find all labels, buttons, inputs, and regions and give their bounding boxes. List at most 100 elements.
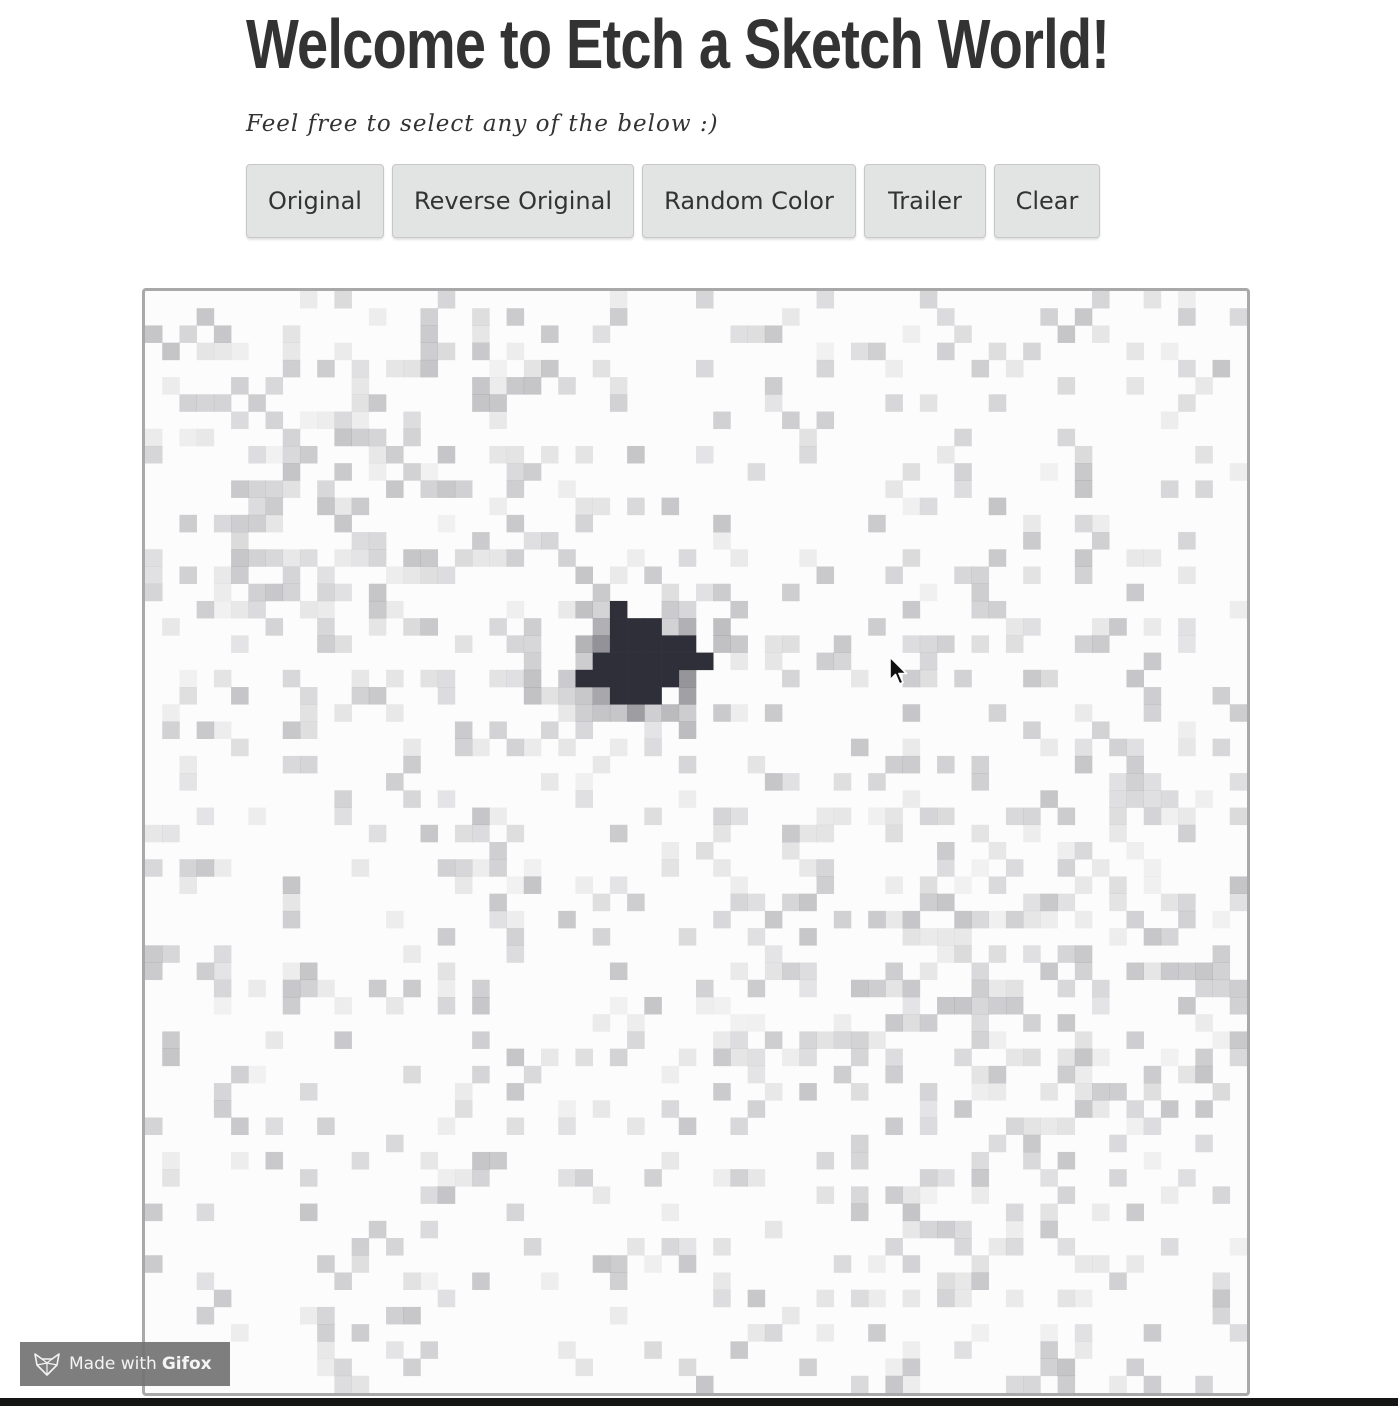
grid-cell[interactable] [747,1014,766,1032]
grid-cell[interactable] [162,377,180,395]
grid-cell[interactable] [1178,962,1196,981]
grid-cell[interactable] [954,1341,972,1359]
grid-cell[interactable] [558,1117,576,1136]
grid-cell[interactable] [1057,842,1076,860]
grid-cell[interactable] [850,669,869,688]
grid-cell[interactable] [1229,1048,1247,1067]
grid-cell[interactable] [558,669,576,688]
grid-cell[interactable] [472,738,490,757]
grid-cell[interactable] [162,1048,180,1067]
grid-cell[interactable] [1074,1083,1093,1101]
grid-cell[interactable] [592,704,611,722]
grid-cell[interactable] [902,1358,921,1377]
grid-cell[interactable] [1212,979,1231,998]
grid-cell[interactable] [1005,618,1024,636]
grid-cell[interactable] [609,635,628,653]
grid-cell[interactable] [747,1048,766,1067]
sketch-grid[interactable] [145,291,1247,1393]
grid-cell[interactable] [489,910,507,929]
grid-cell[interactable] [885,1065,903,1084]
grid-cell[interactable] [558,600,576,619]
grid-cell[interactable] [299,445,318,464]
grid-cell[interactable] [1212,1306,1231,1325]
grid-cell[interactable] [1074,445,1093,464]
grid-cell[interactable] [919,1220,938,1239]
trailer-button[interactable]: Trailer [864,164,986,238]
grid-cell[interactable] [145,962,163,981]
grid-cell[interactable] [454,721,473,739]
grid-cell[interactable] [1229,463,1247,481]
grid-cell[interactable] [575,497,593,516]
grid-cell[interactable] [954,1238,972,1256]
grid-cell[interactable] [368,1220,387,1239]
grid-cell[interactable] [868,1031,886,1049]
grid-cell[interactable] [1023,1151,1041,1170]
grid-cell[interactable] [420,1272,439,1290]
grid-cell[interactable] [1074,755,1093,774]
grid-cell[interactable] [299,291,318,309]
grid-cell[interactable] [523,669,542,688]
grid-cell[interactable] [592,635,611,653]
grid-cell[interactable] [678,618,697,636]
grid-cell[interactable] [575,704,593,722]
grid-cell[interactable] [437,1186,456,1204]
grid-cell[interactable] [1143,1065,1162,1084]
grid-cell[interactable] [988,1238,1007,1256]
grid-cell[interactable] [575,600,593,619]
grid-cell[interactable] [678,600,697,619]
grid-cell[interactable] [988,1134,1007,1153]
grid-cell[interactable] [454,1083,473,1101]
grid-cell[interactable] [609,962,628,981]
grid-cell[interactable] [1212,945,1231,963]
grid-cell[interactable] [1040,1220,1058,1239]
grid-cell[interactable] [609,377,628,395]
grid-cell[interactable] [351,532,370,550]
grid-cell[interactable] [1143,1375,1162,1393]
grid-cell[interactable] [1057,1238,1076,1256]
grid-cell[interactable] [678,652,697,671]
grid-cell[interactable] [868,773,886,791]
grid-cell[interactable] [885,1186,903,1204]
grid-cell[interactable] [1057,1375,1076,1393]
grid-cell[interactable] [317,583,335,602]
grid-cell[interactable] [1074,514,1093,533]
grid-cell[interactable] [265,549,284,567]
grid-cell[interactable] [782,583,800,602]
grid-cell[interactable] [1212,738,1231,757]
grid-cell[interactable] [609,704,628,722]
grid-cell[interactable] [833,773,852,791]
grid-cell[interactable] [213,962,232,981]
grid-cell[interactable] [592,652,611,671]
grid-cell[interactable] [334,549,352,567]
grid-cell[interactable] [937,755,955,774]
grid-cell[interactable] [299,721,318,739]
grid-cell[interactable] [541,721,559,739]
grid-cell[interactable] [334,1272,352,1290]
grid-cell[interactable] [833,1065,852,1084]
grid-cell[interactable] [1040,962,1058,981]
grid-cell[interactable] [902,1289,921,1308]
grid-cell[interactable] [609,566,628,585]
grid-cell[interactable] [868,910,886,929]
grid-cell[interactable] [454,1169,473,1187]
grid-cell[interactable] [988,342,1007,361]
grid-cell[interactable] [575,1358,593,1377]
grid-cell[interactable] [386,669,404,688]
grid-cell[interactable] [971,755,990,774]
grid-cell[interactable] [885,359,903,378]
grid-cell[interactable] [334,704,352,722]
grid-cell[interactable] [696,359,714,378]
grid-cell[interactable] [730,1048,748,1067]
grid-cell[interactable] [196,308,215,326]
grid-cell[interactable] [678,1238,697,1256]
grid-cell[interactable] [678,687,697,705]
grid-cell[interactable] [1040,1341,1058,1359]
grid-cell[interactable] [506,824,525,843]
grid-cell[interactable] [764,773,783,791]
grid-cell[interactable] [850,1048,869,1067]
grid-cell[interactable] [282,566,301,585]
grid-cell[interactable] [437,1169,456,1187]
grid-cell[interactable] [196,807,215,826]
grid-cell[interactable] [317,600,335,619]
grid-cell[interactable] [1092,618,1110,636]
